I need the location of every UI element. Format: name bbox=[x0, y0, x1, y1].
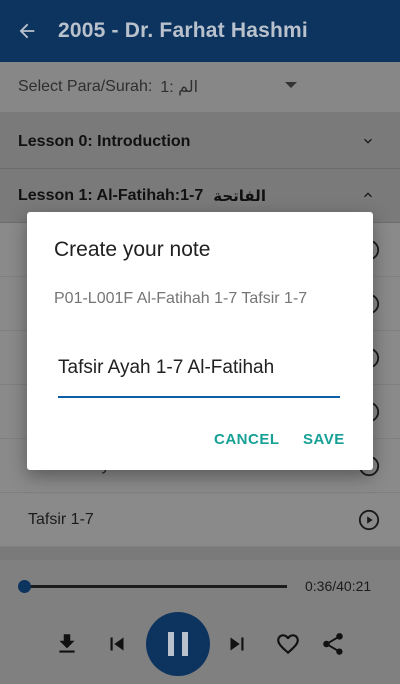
dropdown-caret-icon bbox=[285, 82, 297, 88]
download-icon[interactable] bbox=[54, 631, 80, 657]
list-item-label: Tafsir 1-7 bbox=[28, 510, 94, 528]
app-bar: 2005 - Dr. Farhat Hashmi bbox=[0, 0, 400, 62]
lesson-header-introduction[interactable]: Lesson 0: Introduction bbox=[0, 115, 400, 169]
dialog-title: Create your note bbox=[54, 238, 211, 261]
playback-time: 0:36/40:21 bbox=[305, 578, 372, 594]
lesson-arabic-title: الفاتحة bbox=[213, 187, 266, 205]
create-note-dialog: Create your note P01-L001F Al-Fatihah 1-… bbox=[27, 212, 373, 470]
back-arrow-icon[interactable] bbox=[16, 20, 38, 42]
selector-label: Select Para/Surah: bbox=[18, 78, 153, 95]
pause-button[interactable] bbox=[146, 612, 210, 676]
share-icon[interactable] bbox=[320, 631, 346, 657]
chevron-up-icon bbox=[364, 192, 372, 198]
seek-bar[interactable] bbox=[20, 585, 287, 588]
list-item-tafsir[interactable]: Tafsir 1-7 bbox=[0, 493, 400, 547]
pause-icon bbox=[168, 632, 188, 656]
skip-next-icon[interactable] bbox=[224, 631, 250, 657]
selector-value: 1: الم bbox=[160, 79, 199, 96]
seek-knob[interactable] bbox=[17, 580, 31, 593]
save-button[interactable]: SAVE bbox=[303, 431, 345, 448]
play-circle-icon[interactable] bbox=[358, 509, 380, 531]
heart-icon[interactable] bbox=[275, 631, 301, 657]
para-surah-selector[interactable]: Select Para/Surah: 1: الم bbox=[0, 62, 400, 112]
skip-previous-icon[interactable] bbox=[104, 631, 130, 657]
cancel-button[interactable]: CANCEL bbox=[214, 431, 280, 448]
note-input[interactable] bbox=[58, 340, 340, 398]
lesson-title: Lesson 1: Al-Fatihah:1-7 bbox=[18, 186, 204, 204]
page-title: 2005 - Dr. Farhat Hashmi bbox=[58, 19, 308, 42]
lesson-title: Lesson 0: Introduction bbox=[18, 132, 191, 150]
chevron-down-icon bbox=[364, 138, 372, 144]
audio-player: 0:36/40:21 bbox=[0, 560, 400, 684]
dialog-subtitle: P01-L001F Al-Fatihah 1-7 Tafsir 1-7 bbox=[54, 290, 308, 307]
